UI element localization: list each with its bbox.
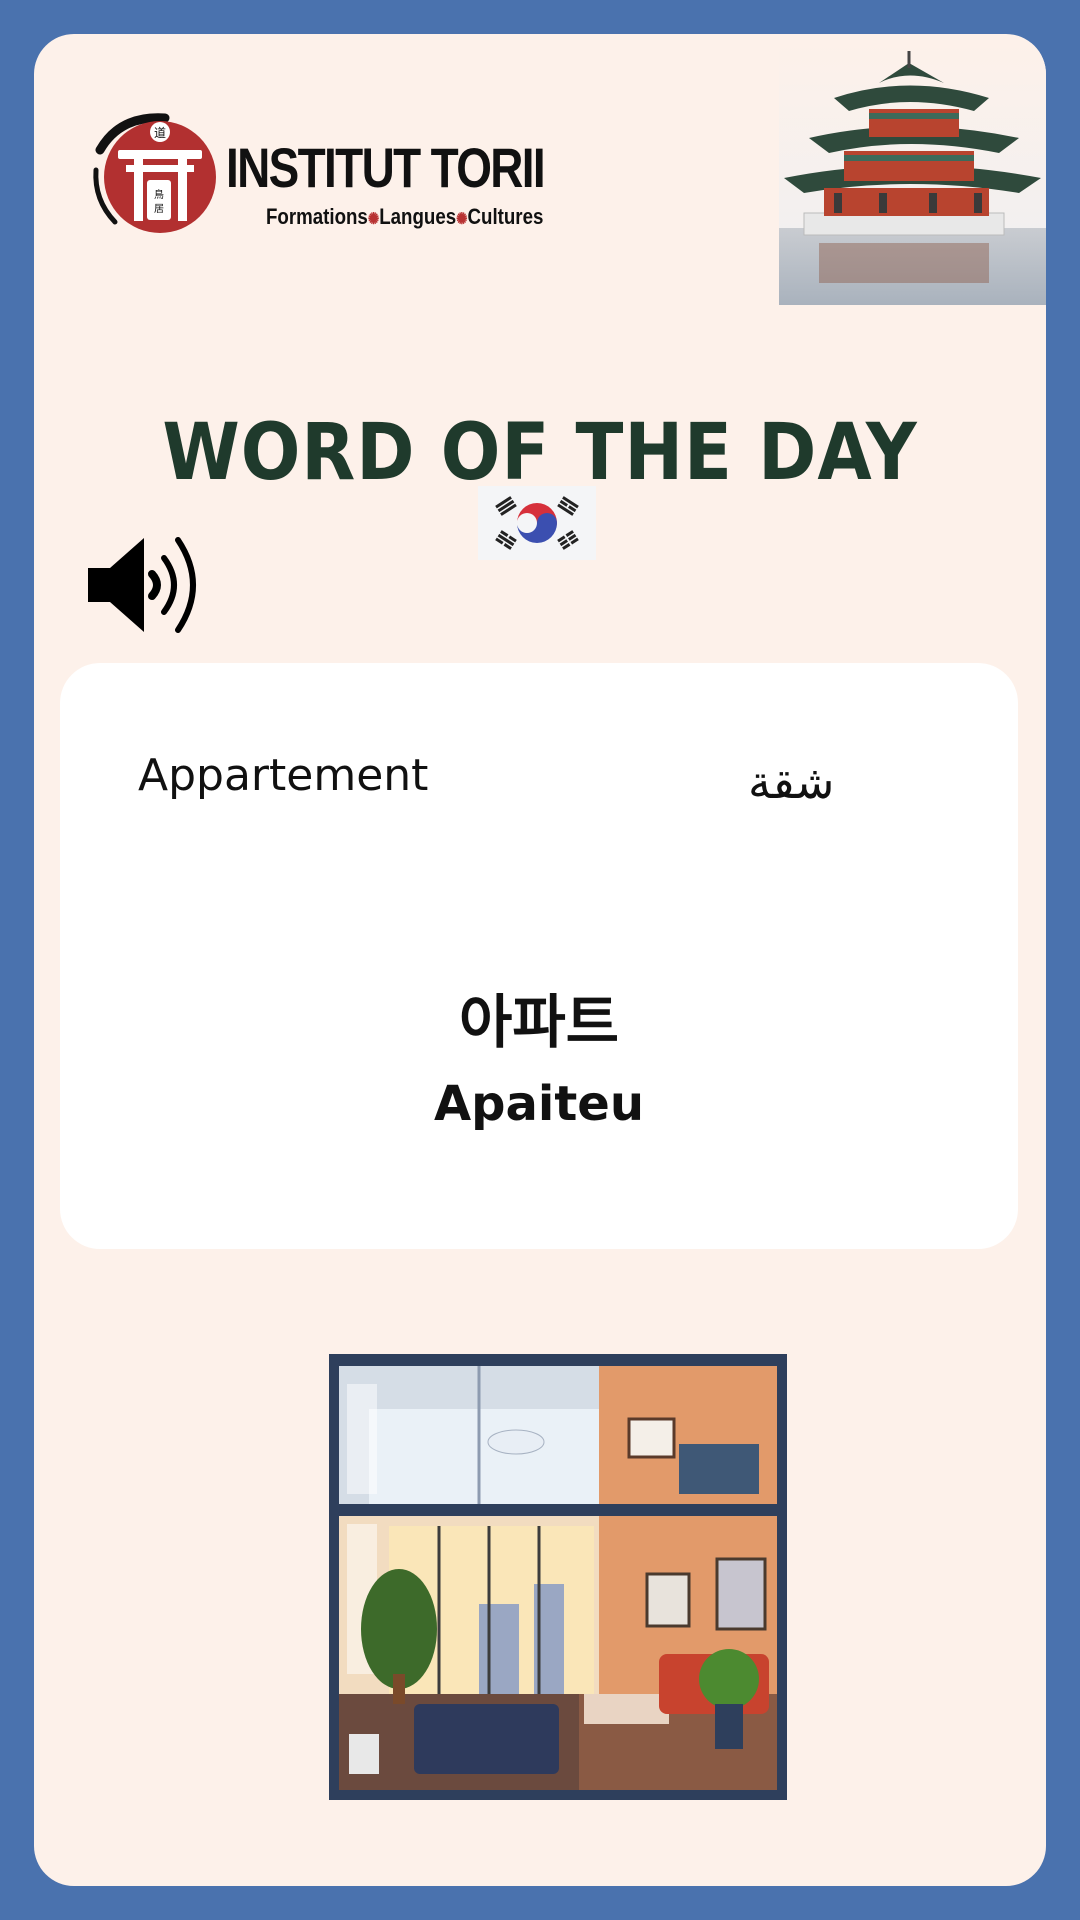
svg-text:鳥: 鳥 bbox=[154, 188, 164, 201]
tagline-cultures: Cultures bbox=[467, 204, 544, 229]
brand-name: INSTITUT TORII bbox=[226, 136, 546, 199]
tagline-separator-icon: ✺ bbox=[456, 211, 468, 228]
tagline-separator-icon: ✺ bbox=[367, 211, 380, 228]
romanization: Apaiteu bbox=[433, 1076, 645, 1132]
institut-torii-logo: 道 鳥 居 INSTITUT TORII Formations✺Langues✺… bbox=[90, 110, 546, 240]
tagline-langues: Langues bbox=[379, 204, 457, 229]
torii-emblem-icon: 道 鳥 居 bbox=[93, 113, 216, 233]
word-panel: Appartement شقة 아파트 Apaiteu bbox=[60, 663, 1018, 1249]
french-translation: Appartement bbox=[138, 750, 429, 801]
word-card: 道 鳥 居 INSTITUT TORII Formations✺Langues✺… bbox=[34, 34, 1046, 1886]
card-border: 道 鳥 居 INSTITUT TORII Formations✺Langues✺… bbox=[0, 0, 1080, 1920]
south-korea-flag-icon bbox=[478, 486, 596, 560]
svg-text:居: 居 bbox=[154, 203, 164, 215]
emblem-kanji-top: 道 bbox=[154, 126, 166, 140]
korean-word: 아파트 bbox=[458, 988, 620, 1056]
apartment-illustration bbox=[329, 1354, 787, 1800]
page-title: WORD OF THE DAY bbox=[162, 408, 918, 498]
korean-palace-image bbox=[779, 43, 1046, 305]
speaker-icon[interactable] bbox=[86, 530, 201, 640]
tagline-formations: Formations bbox=[266, 204, 368, 229]
brand-tagline: Formations✺Langues✺Cultures bbox=[266, 206, 543, 228]
arabic-translation: شقة bbox=[748, 755, 835, 809]
